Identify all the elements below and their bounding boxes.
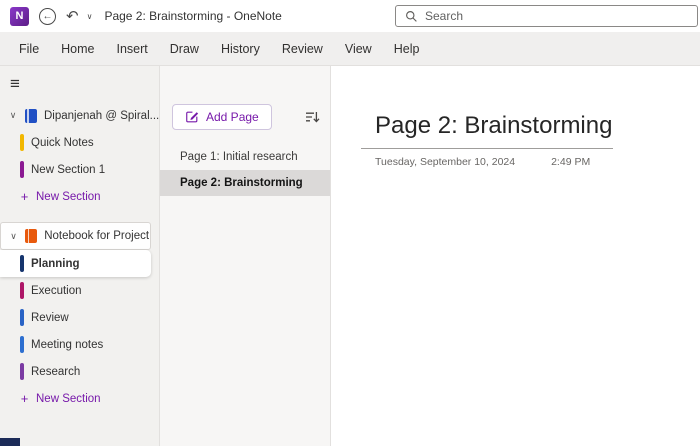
section-color-bar <box>20 161 24 178</box>
page-title-block: Page 2: Brainstorming <box>361 112 613 149</box>
pages-pane-toolbar: Add Page <box>160 104 330 144</box>
chevron-down-icon[interactable]: ∨ <box>8 110 18 121</box>
new-section-button[interactable]: + New Section <box>0 385 159 412</box>
page-title[interactable]: Page 2: Brainstorming <box>375 112 613 140</box>
search-input[interactable] <box>425 9 665 23</box>
compose-icon <box>186 111 199 123</box>
notebook-label: Notebook for Project A <box>44 230 150 242</box>
menu-draw[interactable]: Draw <box>159 32 210 66</box>
back-button[interactable]: ← <box>39 7 56 25</box>
page-time: 2:49 PM <box>551 156 591 168</box>
notebook-icon <box>25 229 38 243</box>
section-label: Review <box>31 311 69 324</box>
sidebar-section-new-section-1[interactable]: New Section 1 <box>0 156 159 183</box>
section-color-bar <box>20 363 24 380</box>
titlebar: N ← ↶ ∨ Page 2: Brainstorming - OneNote <box>0 0 700 32</box>
window-title: Page 2: Brainstorming - OneNote <box>104 9 282 23</box>
page-canvas[interactable]: Page 2: Brainstorming Tuesday, September… <box>331 66 700 446</box>
menu-file[interactable]: File <box>8 32 50 66</box>
section-color-bar <box>20 255 24 272</box>
section-label: Quick Notes <box>31 136 94 149</box>
add-page-label: Add Page <box>206 110 259 124</box>
pages-pane: Add Page Page 1: Initial research Page 2… <box>160 66 331 446</box>
navigation-menu-icon[interactable]: ≡ <box>0 72 30 102</box>
page-date: Tuesday, September 10, 2024 <box>375 156 516 168</box>
menubar: File Home Insert Draw History Review Vie… <box>0 32 700 66</box>
onenote-app-icon: N <box>10 6 29 26</box>
section-color-bar <box>20 282 24 299</box>
notebook-dipanjenah[interactable]: ∨ Dipanjenah @ Spiral... <box>0 102 159 129</box>
undo-button[interactable]: ↶ <box>66 9 79 24</box>
menu-view[interactable]: View <box>334 32 383 66</box>
section-color-bar <box>20 336 24 353</box>
chevron-down-icon[interactable]: ∨ <box>9 231 18 242</box>
undo-icon: ↶ <box>66 7 79 25</box>
add-page-button[interactable]: Add Page <box>172 104 272 130</box>
new-section-label: New Section <box>36 392 101 405</box>
section-label: Planning <box>31 257 80 270</box>
menu-help[interactable]: Help <box>383 32 431 66</box>
menu-home[interactable]: Home <box>50 32 105 66</box>
plus-icon: + <box>20 391 29 406</box>
section-color-bar <box>20 309 24 326</box>
section-label: New Section 1 <box>31 163 106 176</box>
chevron-down-icon: ∨ <box>86 11 93 21</box>
page-list-item[interactable]: Page 1: Initial research <box>160 144 330 170</box>
menu-review[interactable]: Review <box>271 32 334 66</box>
section-color-bar <box>20 134 24 151</box>
sidebar-section-planning[interactable]: Planning <box>0 250 151 277</box>
sort-pages-button[interactable] <box>304 109 320 125</box>
sidebar-section-research[interactable]: Research <box>0 358 159 385</box>
page-list-item-selected[interactable]: Page 2: Brainstorming <box>160 170 330 196</box>
back-icon: ← <box>39 7 56 25</box>
quick-access-chevron[interactable]: ∨ <box>87 12 93 21</box>
search-box[interactable] <box>395 5 698 27</box>
new-section-button[interactable]: + New Section <box>0 183 159 210</box>
main-area: ≡ ∨ Dipanjenah @ Spiral... Quick Notes N… <box>0 66 700 446</box>
plus-icon: + <box>20 189 29 204</box>
notebook-label: Dipanjenah @ Spiral... <box>43 109 159 122</box>
page-meta: Tuesday, September 10, 2024 2:49 PM <box>361 156 700 168</box>
sidebar-section-review[interactable]: Review <box>0 304 159 331</box>
notebook-icon <box>24 108 37 123</box>
section-label: Research <box>31 365 81 378</box>
sidebar-section-quick-notes[interactable]: Quick Notes <box>0 129 159 156</box>
sidebar-section-meeting-notes[interactable]: Meeting notes <box>0 331 159 358</box>
bottom-left-accent <box>0 438 20 446</box>
sidebar-section-execution[interactable]: Execution <box>0 277 159 304</box>
section-label: Meeting notes <box>31 338 104 351</box>
menu-history[interactable]: History <box>210 32 271 66</box>
new-section-label: New Section <box>36 190 101 203</box>
notebook-project-a[interactable]: ∨ Notebook for Project A <box>0 222 151 250</box>
sort-descending-icon <box>306 112 320 123</box>
search-icon <box>406 10 417 22</box>
navigation-sidebar: ≡ ∨ Dipanjenah @ Spiral... Quick Notes N… <box>0 66 160 446</box>
menu-insert[interactable]: Insert <box>106 32 159 66</box>
notebook-divider-gap <box>0 210 159 222</box>
section-label: Execution <box>31 284 82 297</box>
